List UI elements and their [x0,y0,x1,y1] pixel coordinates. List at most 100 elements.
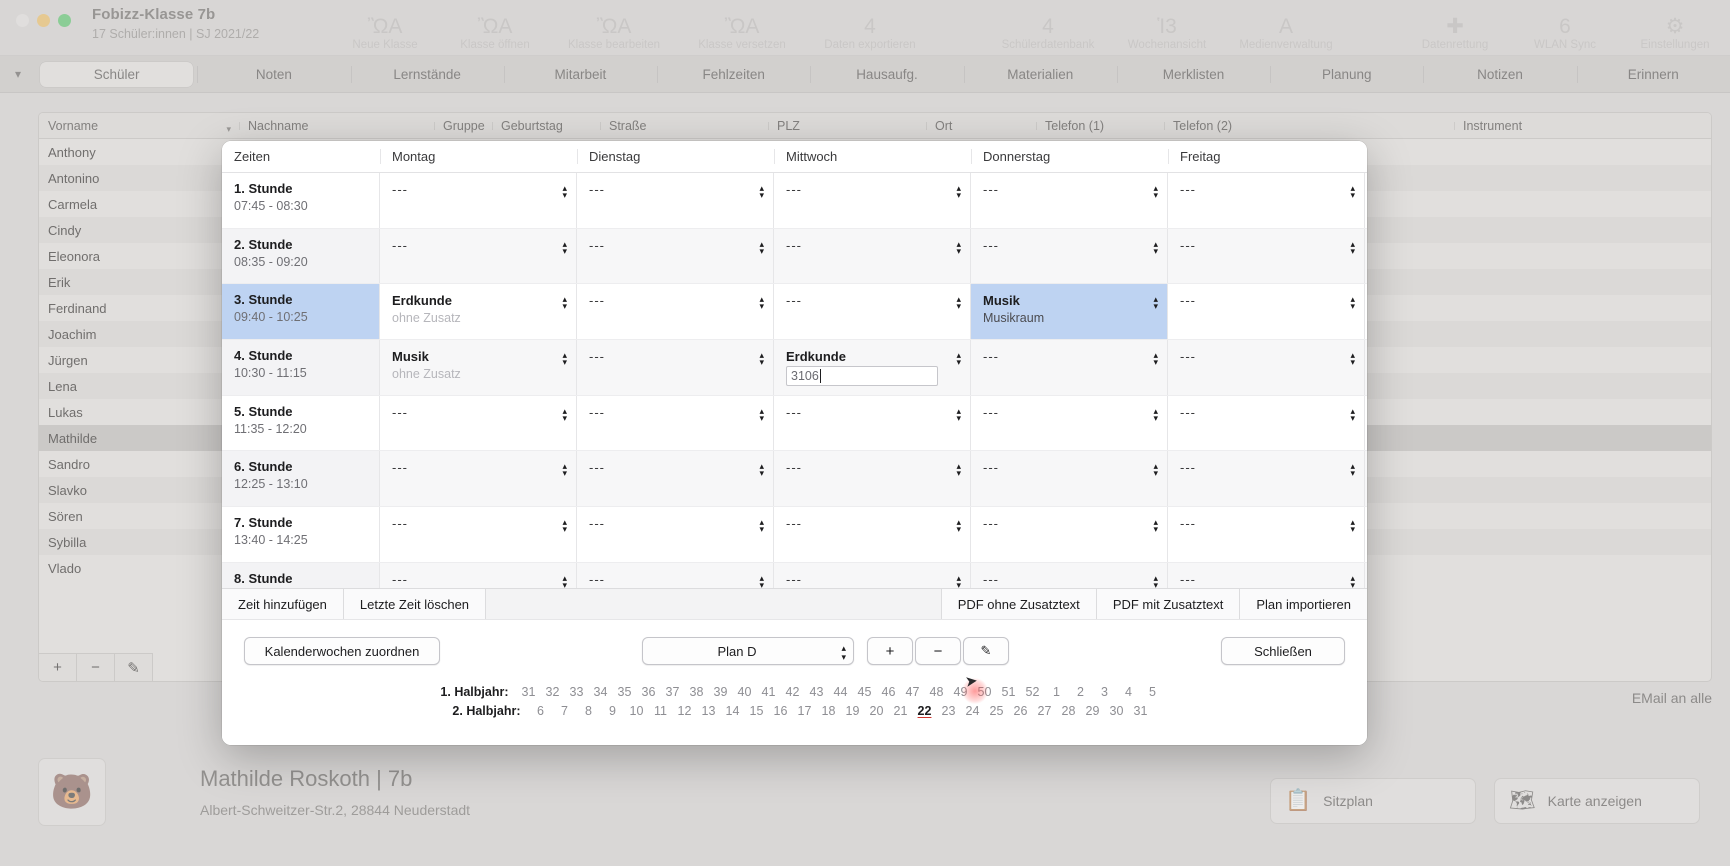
add-student-button[interactable]: + [39,654,77,681]
timetable-toolbar[interactable]: Zeit hinzufügenLetzte Zeit löschenPDF oh… [222,588,1367,619]
edit-student-button[interactable]: ✎ [115,654,153,681]
chevron-updown-icon[interactable]: ▴▾ [759,296,764,309]
calendar-weeks-block[interactable]: 1. Halbjahr: 313233343536373839404142434… [222,681,1367,745]
toolbar-item-neue-klasse[interactable]: ὪANeue Klasse [330,16,440,56]
timetable-slot[interactable]: ---▴▾ [971,507,1168,562]
stepper-down[interactable]: ▾ [562,526,567,532]
calendar-week-17[interactable]: 17 [793,704,817,718]
timetable-slot[interactable]: ---▴▾ [971,396,1168,451]
calendar-week-19[interactable]: 19 [841,704,865,718]
calendar-weeks-row-half2[interactable]: 2. Halbjahr: 678910111213141516171819202… [437,704,1153,718]
table-cell[interactable]: Sandro [39,457,239,472]
stepper-down[interactable]: ▾ [562,303,567,309]
table-cell[interactable]: Anthony [39,145,239,160]
chevron-updown-icon[interactable]: ▴▾ [1350,185,1355,198]
table-cell[interactable]: Lena [39,379,239,394]
tab-materialien[interactable]: Materialien [964,62,1117,87]
calendar-week-31[interactable]: 31 [517,685,541,699]
stepper-down[interactable]: ▾ [759,526,764,532]
timetable-slot[interactable]: MusikMusikraum▴▾ [971,284,1168,339]
sort-chevron-icon[interactable]: ▾ [226,124,231,133]
table-cell[interactable]: Sybilla [39,535,239,550]
toolbar-item-wochenansicht[interactable]: Ἱ3Wochenansicht [1112,16,1222,56]
stepper-down[interactable]: ▾ [1350,192,1355,198]
timetable-slot[interactable]: ---▴▾ [971,340,1168,395]
calendar-week-37[interactable]: 37 [661,685,685,699]
timetable-period-cell[interactable]: 3. Stunde09:40 - 10:25 [222,284,380,339]
chevron-updown-icon[interactable]: ▴▾ [562,575,567,588]
timetable-slot[interactable]: ---▴▾ [774,229,971,284]
calendar-week-41[interactable]: 41 [757,685,781,699]
toolbar-item-wlan-sync[interactable]: ὏6WLAN Sync [1510,16,1620,56]
chevron-updown-icon[interactable]: ▴▾ [1153,575,1158,588]
stepper-down[interactable]: ▾ [562,582,567,588]
timetable-slot[interactable]: ---▴▾ [380,229,577,284]
calendar-week-34[interactable]: 34 [589,685,613,699]
calendar-week-15[interactable]: 15 [745,704,769,718]
tab-sch-ler[interactable]: Schüler [40,62,193,87]
table-cell[interactable]: Cindy [39,223,239,238]
calendar-week-33[interactable]: 33 [565,685,589,699]
table-cell[interactable]: Eleonora [39,249,239,264]
students-table-actions[interactable]: +−✎ [39,653,153,681]
tab-hausaufg[interactable]: Hausaufg. [810,62,963,87]
timetable-slot[interactable]: ---▴▾ [971,451,1168,506]
stepper-down[interactable]: ▾ [759,248,764,254]
stepper-down[interactable]: ▾ [1153,192,1158,198]
stepper-down[interactable]: ▾ [1350,526,1355,532]
timetable-slot[interactable]: ---▴▾ [774,451,971,506]
timetable-slot[interactable]: ---▴▾ [1168,173,1365,228]
toolbar-zeit-hinzuf-gen-button[interactable]: Zeit hinzufügen [222,589,344,619]
tab-noten[interactable]: Noten [197,62,350,87]
timetable-slot[interactable]: ---▴▾ [380,173,577,228]
table-cell[interactable]: Ferdinand [39,301,239,316]
calendar-week-12[interactable]: 12 [673,704,697,718]
chevron-updown-icon[interactable]: ▴▾ [1350,463,1355,476]
chevron-updown-icon[interactable]: ▴▾ [1350,296,1355,309]
tab-mitarbeit[interactable]: Mitarbeit [504,62,657,87]
chevron-updown-icon[interactable]: ▴▾ [1153,408,1158,421]
chevron-updown-icon[interactable]: ▴▾ [1350,408,1355,421]
chevron-updown-icon[interactable]: ▴▾ [1350,352,1355,365]
calendar-week-6[interactable]: 6 [529,704,553,718]
column-header-ort[interactable]: Ort [926,119,1036,133]
calendar-week-27[interactable]: 27 [1033,704,1057,718]
stepper-down[interactable]: ▾ [956,415,961,421]
stepper-down[interactable]: ▾ [562,470,567,476]
stepper-down[interactable]: ▾ [1350,582,1355,588]
stepper-down[interactable]: ▾ [1153,526,1158,532]
timetable-slot[interactable]: ---▴▾ [774,396,971,451]
chevron-down-icon[interactable]: ▾ [0,67,36,81]
timetable-slot[interactable]: ---▴▾ [577,396,774,451]
timetable-slot[interactable]: ---▴▾ [1168,340,1365,395]
calendar-week-23[interactable]: 23 [937,704,961,718]
stepper-down[interactable]: ▾ [759,192,764,198]
timetable-period-cell[interactable]: 5. Stunde11:35 - 12:20 [222,396,380,451]
stepper-down[interactable]: ▾ [1153,303,1158,309]
stepper-down[interactable]: ▾ [1153,248,1158,254]
tab-merklisten[interactable]: Merklisten [1117,62,1270,87]
calendar-week-52[interactable]: 52 [1021,685,1045,699]
table-cell[interactable]: Carmela [39,197,239,212]
calendar-week-42[interactable]: 42 [781,685,805,699]
timetable-period-cell[interactable]: 8. Stunde14:25 - 15:10 [222,563,380,588]
timetable-slot[interactable]: ---▴▾ [971,173,1168,228]
assign-calendar-weeks-button[interactable]: Kalenderwochen zuordnen [244,637,440,665]
timetable-slot[interactable]: Musikohne Zusatz▴▾ [380,340,577,395]
calendar-week-8[interactable]: 8 [577,704,601,718]
chevron-updown-icon[interactable]: ▴▾ [759,408,764,421]
chevron-updown-icon[interactable]: ▴▾ [1153,241,1158,254]
close-window-button[interactable] [16,14,29,27]
calendar-week-32[interactable]: 32 [541,685,565,699]
stepper-down[interactable]: ▾ [1153,359,1158,365]
column-header-gruppe[interactable]: Gruppe [434,119,492,133]
timetable-slot[interactable]: Erdkundeohne Zusatz▴▾ [380,284,577,339]
chevron-updown-icon[interactable]: ▴▾ [759,463,764,476]
calendar-week-10[interactable]: 10 [625,704,649,718]
stepper-down[interactable]: ▾ [1350,359,1355,365]
calendar-week-47[interactable]: 47 [901,685,925,699]
timetable-slot[interactable]: Erdkunde3106▴▾ [774,340,971,395]
chevron-updown-icon[interactable]: ▴▾ [1153,519,1158,532]
table-cell[interactable]: Erik [39,275,239,290]
window-controls[interactable] [16,14,71,27]
